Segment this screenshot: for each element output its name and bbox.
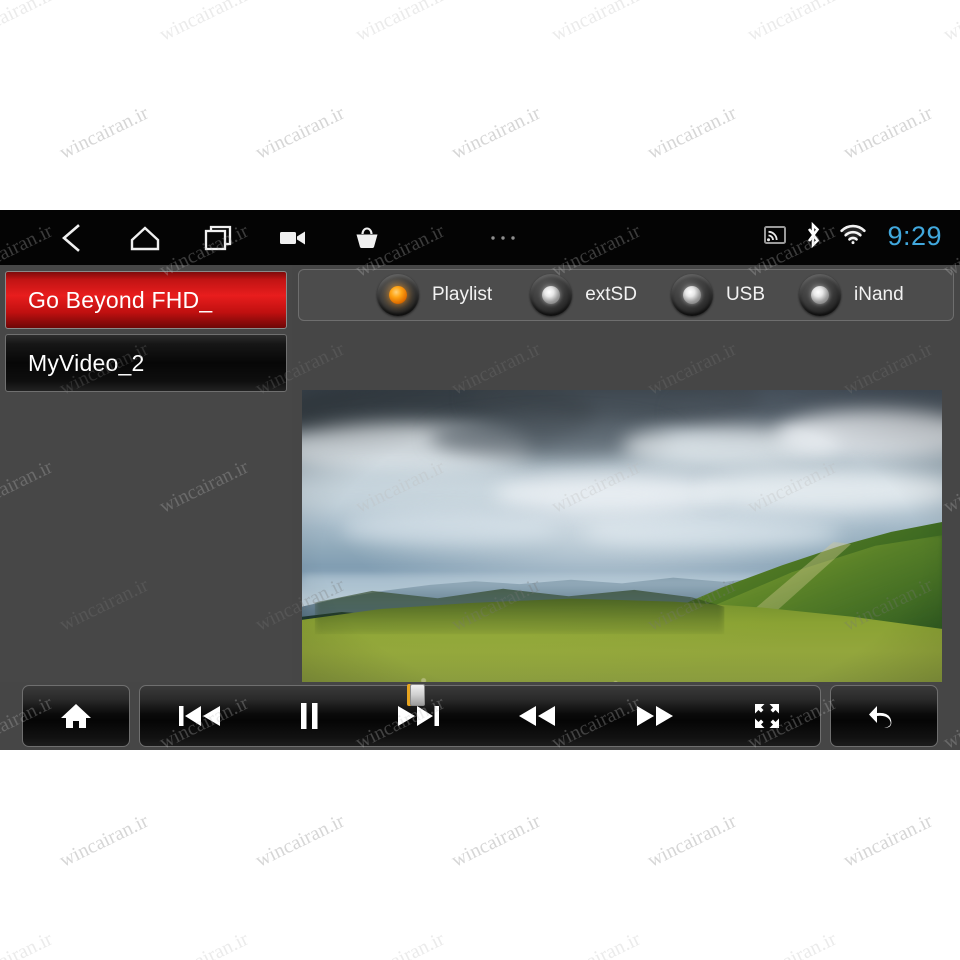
transport-button-group [139, 685, 821, 747]
source-option-usb[interactable]: USB [670, 274, 766, 316]
source-label: USB [725, 284, 766, 305]
radio-led-icon [670, 274, 713, 316]
watermark-text: wincairan.ir [548, 0, 644, 46]
nav-home-button[interactable] [108, 210, 182, 265]
back-button[interactable] [831, 686, 937, 746]
pause-icon [297, 701, 321, 731]
nav-overflow-button[interactable] [466, 210, 540, 265]
list-item[interactable]: MyVideo_2 [5, 334, 287, 392]
nav-recents-button[interactable] [182, 210, 256, 265]
list-item[interactable]: Go Beyond FHD_ [5, 271, 287, 329]
watermark-text: wincairan.ir [0, 0, 56, 46]
watermark-text: wincairan.ir [940, 0, 960, 46]
skip-next-icon [395, 702, 441, 730]
watermark-text: wincairan.ir [744, 927, 840, 960]
fullscreen-expand-icon [751, 700, 783, 732]
cloud [494, 475, 725, 513]
watermark-text: wincairan.ir [744, 0, 840, 46]
navigation-button-group [0, 210, 540, 265]
watermark-text: wincairan.ir [352, 927, 448, 960]
source-option-inand[interactable]: iNand [799, 274, 904, 316]
video-surface[interactable] [302, 390, 942, 720]
watermark-text: wincairan.ir [156, 927, 252, 960]
source-option-extsd[interactable]: extSD [530, 274, 637, 316]
radio-led-icon [799, 274, 842, 316]
track-title: MyVideo_2 [28, 349, 145, 376]
radio-led-icon [377, 274, 419, 316]
recents-icon [203, 223, 235, 253]
page-root: 9:29 Go Beyond FHD_ MyVideo_2 Playlist e… [0, 0, 960, 960]
source-label: extSD [585, 284, 637, 305]
watermark-text: wincairan.ir [448, 101, 544, 164]
skip-previous-icon [177, 702, 223, 730]
radio-led-icon [530, 274, 573, 316]
watermark-text: wincairan.ir [352, 0, 448, 46]
playlist-panel: Go Beyond FHD_ MyVideo_2 [0, 265, 292, 685]
android-status-bar: 9:29 [0, 210, 960, 265]
rewind-icon [515, 702, 559, 730]
chevron-left-icon [58, 222, 84, 254]
source-label: Playlist [432, 284, 493, 305]
bluetooth-icon [803, 221, 823, 254]
watermark-text: wincairan.ir [56, 101, 152, 164]
video-camera-icon [278, 227, 308, 249]
watermark-text: wincairan.ir [252, 101, 348, 164]
rewind-button[interactable] [478, 686, 596, 746]
watermark-text: wincairan.ir [840, 101, 936, 164]
watermark-text: wincairan.ir [448, 809, 544, 872]
source-label: iNand [854, 284, 904, 305]
system-status-icons: 9:29 [763, 210, 942, 265]
watermark-text: wincairan.ir [252, 809, 348, 872]
cloud [698, 469, 942, 513]
nav-camera-button[interactable] [256, 210, 330, 265]
watermark-text: wincairan.ir [644, 101, 740, 164]
wifi-icon [839, 224, 867, 251]
home-solid-icon [59, 701, 93, 731]
nav-basket-button[interactable] [330, 210, 404, 265]
source-option-playlist[interactable]: Playlist [377, 274, 492, 316]
nav-back-button[interactable] [34, 210, 108, 265]
fullscreen-button[interactable] [714, 686, 820, 746]
head-unit-screen: 9:29 Go Beyond FHD_ MyVideo_2 Playlist e… [0, 210, 960, 750]
shopping-basket-icon [353, 224, 381, 252]
play-pause-button[interactable] [260, 686, 358, 746]
cloud [583, 518, 840, 549]
home-icon [129, 223, 161, 253]
home-button-group [22, 685, 130, 747]
return-arrow-icon [867, 700, 901, 732]
watermark-text: wincairan.ir [156, 0, 252, 46]
watermark-text: wincairan.ir [56, 809, 152, 872]
watermark-text: wincairan.ir [0, 927, 56, 960]
fast-forward-button[interactable] [596, 686, 714, 746]
cloud [340, 512, 558, 546]
back-button-group [830, 685, 938, 747]
watermark-text: wincairan.ir [548, 927, 644, 960]
watermark-text: wincairan.ir [940, 927, 960, 960]
watermark-text: wincairan.ir [644, 809, 740, 872]
status-clock: 9:29 [887, 221, 942, 251]
screen-cast-icon [763, 224, 787, 251]
overflow-menu-icon [489, 234, 517, 242]
playback-control-bar [0, 682, 960, 750]
previous-button[interactable] [140, 686, 260, 746]
source-selector-bar: Playlist extSD USB iNand [298, 269, 954, 321]
watermark-text: wincairan.ir [840, 809, 936, 872]
video-player-app: Go Beyond FHD_ MyVideo_2 Playlist extSD [0, 265, 960, 750]
fast-forward-icon [633, 702, 677, 730]
track-title: Go Beyond FHD_ [28, 286, 213, 313]
seek-thumb[interactable] [410, 684, 425, 706]
home-button[interactable] [23, 686, 129, 746]
